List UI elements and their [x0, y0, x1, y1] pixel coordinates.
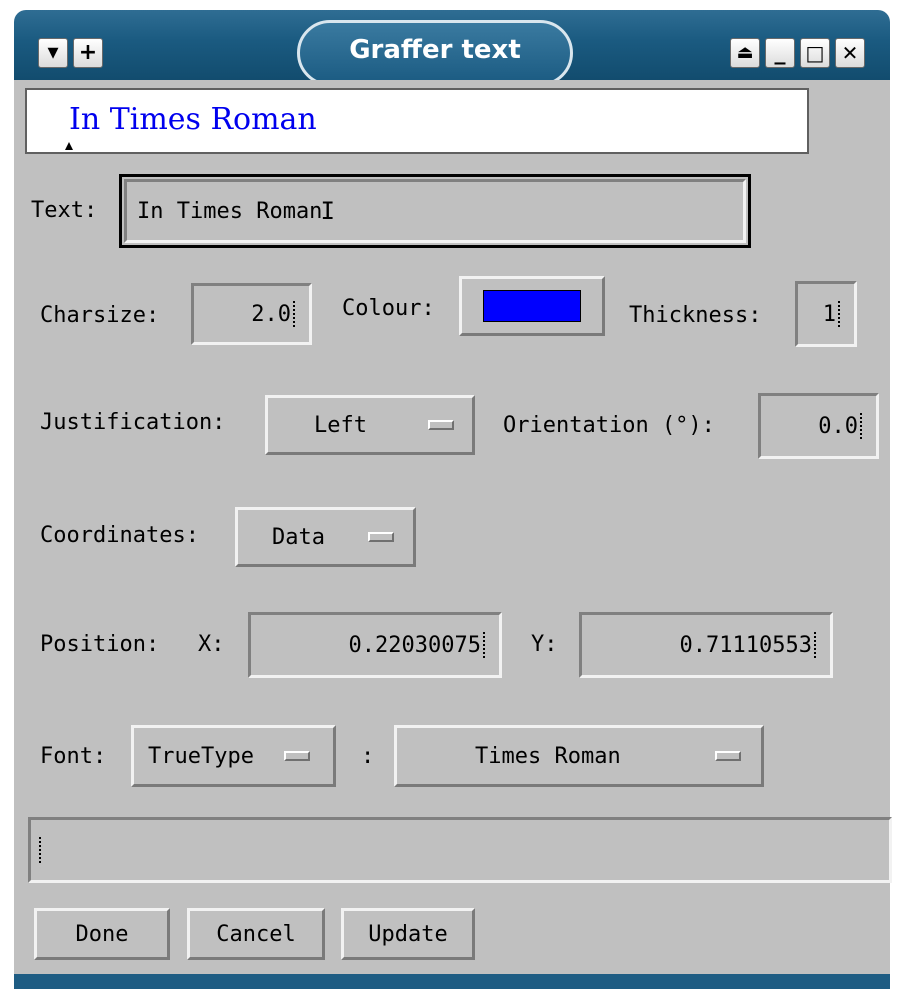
- colour-button[interactable]: [459, 276, 605, 336]
- cancel-button-label: Cancel: [216, 921, 296, 947]
- status-field[interactable]: [28, 817, 892, 883]
- orientation-input[interactable]: 0.0: [758, 393, 879, 459]
- preview-text: In Times Roman: [69, 102, 317, 137]
- done-button-label: Done: [75, 921, 129, 947]
- chevron-down-icon: ▾: [47, 40, 59, 65]
- justification-dropdown[interactable]: Left: [265, 395, 475, 455]
- title-pill: Graffer text: [297, 20, 573, 86]
- charsize-label: Charsize:: [40, 303, 160, 328]
- update-button[interactable]: Update: [341, 908, 475, 960]
- close-button[interactable]: ✕: [835, 38, 865, 68]
- done-button[interactable]: Done: [34, 908, 170, 960]
- position-x-label: X:: [198, 632, 225, 657]
- option-menu-icon: [284, 751, 310, 761]
- cursor-icon: [838, 301, 846, 327]
- font-separator: :: [361, 744, 375, 769]
- justification-label: Justification:: [40, 410, 226, 435]
- eject-icon: ⏏: [736, 42, 754, 63]
- colour-swatch: [483, 290, 581, 322]
- update-button-label: Update: [368, 921, 448, 947]
- cursor-icon: [814, 632, 822, 658]
- graffer-text-window: ▾ + Graffer text ⏏ _ □ ✕ In Times Roman …: [0, 0, 903, 989]
- window-menu-button[interactable]: ▾: [38, 38, 68, 68]
- position-y-value: 0.71110553: [679, 632, 812, 658]
- font-name-value: Times Roman: [475, 743, 621, 769]
- option-menu-icon: [368, 532, 394, 542]
- minimize-icon: _: [774, 40, 786, 65]
- text-input-value: In Times Roman: [137, 198, 323, 224]
- option-menu-icon: [428, 420, 454, 430]
- thickness-label: Thickness:: [629, 303, 762, 328]
- orientation-value: 0.0: [818, 413, 858, 439]
- position-x-input[interactable]: 0.22030075: [248, 612, 502, 678]
- text-cursor-icon: I: [320, 197, 335, 225]
- text-label: Text:: [31, 198, 98, 223]
- font-name-dropdown[interactable]: Times Roman: [394, 725, 764, 787]
- cursor-icon: [293, 301, 301, 327]
- window-title: Graffer text: [349, 35, 521, 65]
- text-preview: In Times Roman: [25, 88, 809, 154]
- cursor-icon: [39, 837, 47, 863]
- coordinates-dropdown[interactable]: Data: [235, 507, 416, 567]
- position-y-label: Y:: [531, 632, 558, 657]
- anchor-marker-icon: [65, 142, 73, 150]
- justification-value: Left: [314, 412, 367, 438]
- colour-label: Colour:: [342, 296, 435, 321]
- position-label: Position:: [40, 632, 160, 657]
- cancel-button[interactable]: Cancel: [187, 908, 325, 960]
- position-x-value: 0.22030075: [348, 632, 481, 658]
- title-bar[interactable]: ▾ + Graffer text ⏏ _ □ ✕: [14, 10, 890, 86]
- thickness-input[interactable]: 1: [795, 281, 857, 347]
- charsize-input[interactable]: 2.0: [191, 283, 312, 345]
- thickness-value: 1: [822, 301, 836, 327]
- window-bottom-border: [14, 974, 890, 989]
- font-type-dropdown[interactable]: TrueType: [131, 725, 336, 787]
- maximize-button[interactable]: □: [800, 38, 830, 68]
- maximize-icon: □: [805, 41, 825, 65]
- coordinates-value: Data: [272, 524, 325, 550]
- plus-icon: +: [78, 40, 98, 65]
- font-type-value: TrueType: [148, 743, 254, 769]
- text-input[interactable]: In Times Roman I: [124, 179, 746, 243]
- position-y-input[interactable]: 0.71110553: [579, 612, 833, 678]
- shade-button[interactable]: +: [73, 38, 103, 68]
- cursor-icon: [483, 632, 491, 658]
- font-label: Font:: [40, 744, 107, 769]
- coordinates-label: Coordinates:: [40, 523, 199, 548]
- close-icon: ✕: [841, 41, 859, 65]
- roll-up-button[interactable]: ⏏: [730, 38, 760, 68]
- orientation-label: Orientation (°):: [503, 413, 715, 438]
- charsize-value: 2.0: [251, 301, 291, 327]
- minimize-button[interactable]: _: [765, 38, 795, 68]
- cursor-icon: [860, 413, 868, 439]
- option-menu-icon: [715, 751, 741, 761]
